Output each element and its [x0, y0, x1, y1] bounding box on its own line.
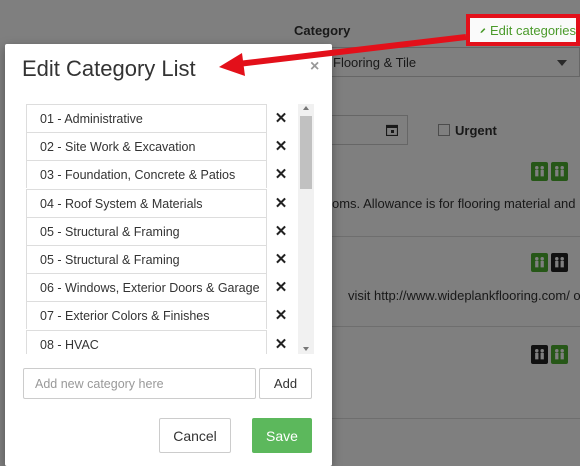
close-icon[interactable]: × — [310, 58, 319, 76]
scroll-thumb[interactable] — [300, 116, 312, 189]
category-name: 06 - Windows, Exterior Doors & Garage — [26, 273, 267, 302]
scroll-down-icon[interactable] — [303, 347, 309, 351]
delete-icon[interactable]: ✕ — [267, 104, 295, 132]
delete-icon[interactable]: ✕ — [267, 189, 295, 217]
category-name: 07 - Exterior Colors & Finishes — [26, 301, 267, 330]
category-name: 05 - Structural & Framing — [26, 245, 267, 273]
list-item: 07 - Exterior Colors & Finishes ✕ — [26, 301, 296, 330]
list-item: 06 - Windows, Exterior Doors & Garage ✕ — [26, 273, 296, 302]
category-name: 01 - Administrative — [26, 104, 267, 132]
category-name: 08 - HVAC — [26, 329, 267, 354]
list-item: 04 - Roof System & Materials ✕ — [26, 188, 296, 217]
category-list[interactable]: 01 - Administrative ✕ 02 - Site Work & Exc… — [26, 104, 318, 354]
delete-icon[interactable]: ✕ — [267, 160, 295, 188]
edit-categories-label: Edit categories — [490, 22, 576, 38]
cancel-button[interactable]: Cancel — [159, 418, 231, 453]
delete-icon[interactable]: ✕ — [267, 273, 295, 301]
category-name: 05 - Structural & Framing — [26, 216, 267, 245]
category-name: 03 - Foundation, Concrete & Patios — [26, 160, 267, 189]
save-button[interactable]: Save — [252, 418, 312, 453]
delete-icon[interactable]: ✕ — [267, 132, 295, 160]
pencil-icon — [480, 27, 486, 33]
edit-categories-button[interactable]: Edit categories — [466, 14, 580, 46]
category-list-scrollbar[interactable] — [298, 104, 314, 354]
list-item: 02 - Site Work & Excavation ✕ — [26, 132, 296, 161]
delete-icon[interactable]: ✕ — [267, 217, 295, 245]
modal-title: Edit Category List — [22, 56, 196, 81]
delete-icon[interactable]: ✕ — [267, 301, 295, 329]
list-item: 08 - HVAC ✕ — [26, 329, 296, 354]
new-category-input[interactable] — [23, 368, 256, 399]
category-name: 04 - Roof System & Materials — [26, 188, 267, 217]
edit-category-modal: Edit Category List × 01 - Administrative… — [5, 44, 332, 466]
list-item: 05 - Structural & Framing ✕ — [26, 216, 296, 245]
category-name: 02 - Site Work & Excavation — [26, 132, 267, 161]
list-item: 03 - Foundation, Concrete & Patios ✕ — [26, 160, 296, 189]
list-item: 05 - Structural & Framing ✕ — [26, 245, 296, 273]
add-button[interactable]: Add — [259, 368, 312, 399]
scroll-up-icon[interactable] — [303, 106, 309, 110]
list-item: 01 - Administrative ✕ — [26, 104, 296, 132]
delete-icon[interactable]: ✕ — [267, 330, 295, 354]
delete-icon[interactable]: ✕ — [267, 245, 295, 273]
